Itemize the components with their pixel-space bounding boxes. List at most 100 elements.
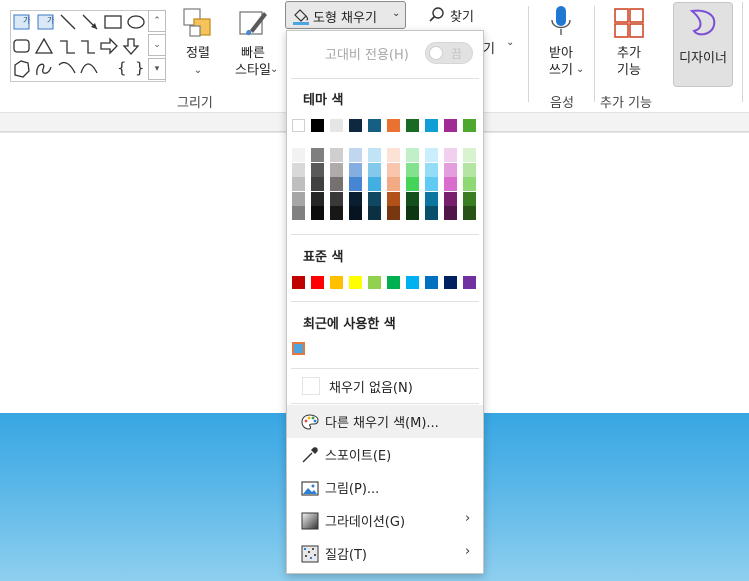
theme-shade-swatch[interactable] <box>349 162 362 177</box>
theme-shade-swatch[interactable] <box>349 191 362 206</box>
gallery-scroll-up-icon[interactable]: ⌃ <box>148 10 166 32</box>
theme-color-swatch[interactable] <box>292 119 305 132</box>
theme-shade-swatch[interactable] <box>425 162 438 177</box>
standard-color-swatch[interactable] <box>387 276 400 289</box>
theme-shade-swatch[interactable] <box>425 206 438 220</box>
theme-shade-swatch[interactable] <box>349 177 362 191</box>
theme-shade-swatch[interactable] <box>292 148 305 162</box>
theme-shade-swatch[interactable] <box>463 177 476 191</box>
curve-shape-icon <box>80 63 98 74</box>
high-contrast-row[interactable]: 고대비 전용(H) 끔 <box>287 31 483 75</box>
theme-shade-swatch[interactable] <box>387 148 400 162</box>
texture-item[interactable]: 질감(T) › <box>287 537 483 570</box>
gallery-scroll-down-icon[interactable]: ⌄ <box>148 34 166 56</box>
theme-shade-swatch[interactable] <box>311 206 324 220</box>
arrange-chevron-icon: ⌄ <box>193 65 203 76</box>
theme-shade-swatch[interactable] <box>425 191 438 206</box>
arrange-label: 정렬 <box>186 46 210 61</box>
theme-shade-swatch[interactable] <box>368 148 381 162</box>
theme-color-swatch[interactable] <box>311 119 324 132</box>
theme-shade-swatch[interactable] <box>463 191 476 206</box>
theme-shade-swatch[interactable] <box>406 177 419 191</box>
standard-color-swatch[interactable] <box>406 276 419 289</box>
group-label-addins: 추가 기능 <box>600 96 652 111</box>
theme-shade-swatch[interactable] <box>425 148 438 162</box>
theme-shade-swatch[interactable] <box>368 206 381 220</box>
theme-shade-swatch[interactable] <box>387 177 400 191</box>
theme-shade-swatch[interactable] <box>311 148 324 162</box>
group-separator <box>594 6 595 102</box>
theme-shade-swatch[interactable] <box>330 206 343 220</box>
shapes-gallery[interactable]: 가 가 { } <box>10 10 166 82</box>
theme-color-swatch[interactable] <box>444 119 457 132</box>
menu-separator <box>291 78 479 79</box>
shape-fill-button[interactable]: 도형 채우기 ⌄ <box>285 1 406 29</box>
addins-label-2: 기능 <box>617 63 641 78</box>
theme-shade-swatch[interactable] <box>368 177 381 191</box>
theme-shade-swatch[interactable] <box>330 148 343 162</box>
high-contrast-label: 고대비 전용(H) <box>325 48 409 63</box>
theme-shade-swatch[interactable] <box>292 206 305 220</box>
recent-colors-heading: 최근에 사용한 색 <box>303 317 396 332</box>
freeform-shape-icon <box>14 60 30 78</box>
theme-color-swatch[interactable] <box>349 119 362 132</box>
picture-item[interactable]: 그림(P)... <box>287 471 483 504</box>
theme-shade-swatch[interactable] <box>444 191 457 206</box>
theme-shade-swatch[interactable] <box>292 191 305 206</box>
theme-shade-swatch[interactable] <box>444 148 457 162</box>
more-fill-colors-item[interactable]: 다른 채우기 색(M)... <box>287 405 483 438</box>
standard-color-swatch[interactable] <box>330 276 343 289</box>
theme-shade-swatch[interactable] <box>444 177 457 191</box>
theme-shade-swatch[interactable] <box>368 191 381 206</box>
theme-shade-swatch[interactable] <box>406 191 419 206</box>
theme-shade-swatch[interactable] <box>425 177 438 191</box>
theme-color-swatch[interactable] <box>425 119 438 132</box>
theme-shade-swatch[interactable] <box>349 206 362 220</box>
standard-color-swatch[interactable] <box>292 276 305 289</box>
theme-shade-swatch[interactable] <box>292 177 305 191</box>
theme-shade-swatch[interactable] <box>311 162 324 177</box>
standard-color-swatch[interactable] <box>463 276 476 289</box>
theme-shade-swatch[interactable] <box>349 148 362 162</box>
theme-shade-swatch[interactable] <box>387 206 400 220</box>
standard-color-swatch[interactable] <box>444 276 457 289</box>
theme-shade-swatch[interactable] <box>463 162 476 177</box>
standard-color-swatch[interactable] <box>368 276 381 289</box>
theme-shade-swatch[interactable] <box>387 162 400 177</box>
texture-label: 질감(T) <box>325 548 368 563</box>
addins-button[interactable]: 추가 기능 <box>606 6 652 79</box>
theme-shade-swatch[interactable] <box>406 206 419 220</box>
theme-shade-swatch[interactable] <box>406 148 419 162</box>
theme-shade-swatch[interactable] <box>330 191 343 206</box>
theme-color-swatch[interactable] <box>330 119 343 132</box>
theme-shade-swatch[interactable] <box>292 162 305 177</box>
standard-color-swatch[interactable] <box>349 276 362 289</box>
theme-shade-swatch[interactable] <box>387 191 400 206</box>
gallery-expand-icon[interactable]: ▾ <box>148 58 166 80</box>
triangle-shape-icon <box>34 37 54 54</box>
high-contrast-toggle[interactable]: 끔 <box>425 42 473 64</box>
theme-shade-swatch[interactable] <box>444 206 457 220</box>
theme-shade-swatch[interactable] <box>330 177 343 191</box>
theme-shade-swatch[interactable] <box>368 162 381 177</box>
recent-color-swatch[interactable] <box>292 342 305 355</box>
designer-button[interactable]: 디자이너 <box>673 2 733 87</box>
standard-color-swatch[interactable] <box>425 276 438 289</box>
no-fill-item[interactable]: 채우기 없음(N) <box>287 370 483 403</box>
theme-shade-swatch[interactable] <box>463 148 476 162</box>
theme-shade-swatch[interactable] <box>311 191 324 206</box>
eyedropper-item[interactable]: 스포이트(E) <box>287 438 483 471</box>
theme-shade-swatch[interactable] <box>406 162 419 177</box>
theme-shade-swatch[interactable] <box>311 177 324 191</box>
theme-color-swatch[interactable] <box>406 119 419 132</box>
theme-color-swatch[interactable] <box>387 119 400 132</box>
eyedropper-label: 스포이트(E) <box>325 449 392 464</box>
standard-color-swatch[interactable] <box>311 276 324 289</box>
gradient-item[interactable]: 그라데이션(G) › <box>287 504 483 537</box>
theme-color-swatch[interactable] <box>463 119 476 132</box>
arrange-button[interactable]: 정렬 ⌄ <box>178 6 218 79</box>
theme-shade-swatch[interactable] <box>444 162 457 177</box>
theme-shade-swatch[interactable] <box>463 206 476 220</box>
theme-color-swatch[interactable] <box>368 119 381 132</box>
theme-shade-swatch[interactable] <box>330 162 343 177</box>
